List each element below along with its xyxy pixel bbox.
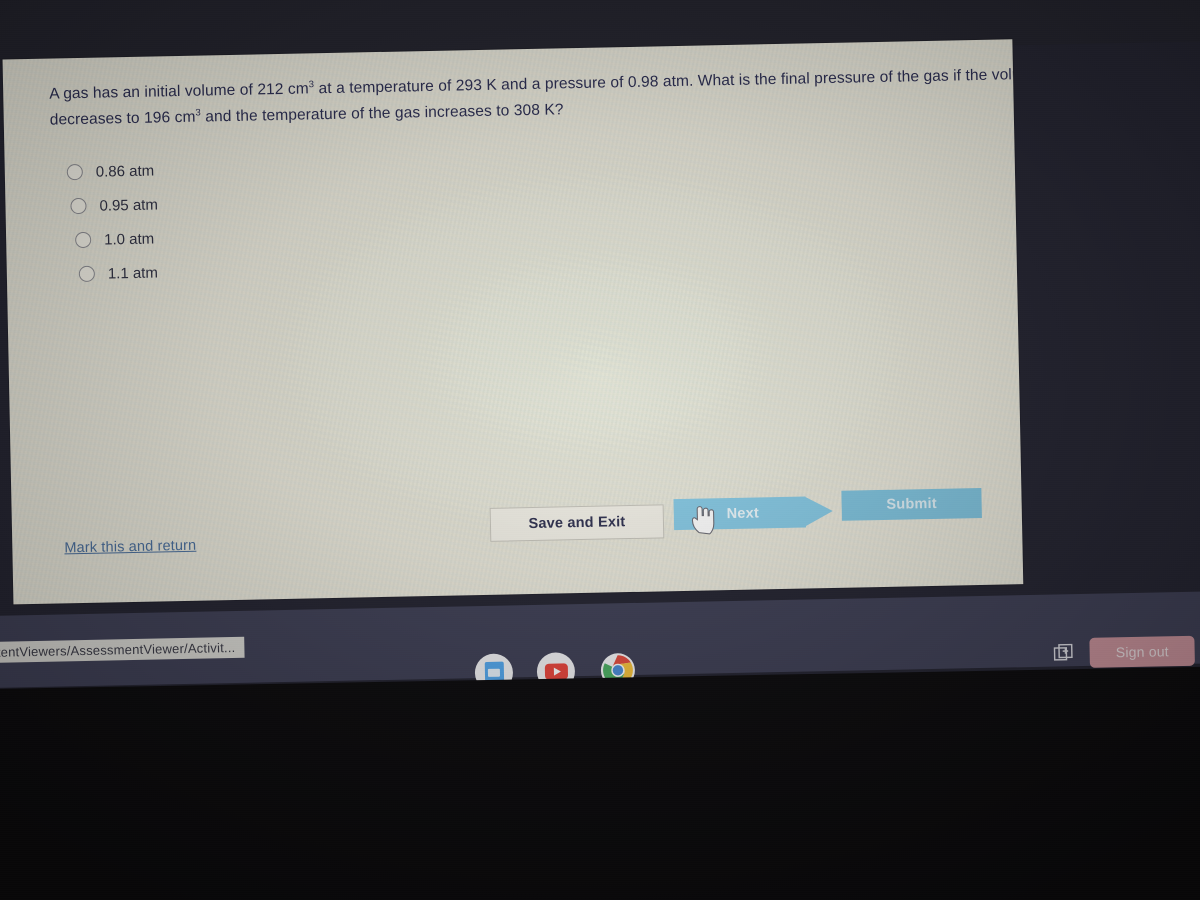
radio-button-icon[interactable] <box>78 265 96 283</box>
answer-option-label: 1.0 atm <box>103 230 155 249</box>
screen-area: 10 TIME REMAINING 55:07 8 A gas has an i… <box>0 0 1200 719</box>
radio-button-icon[interactable] <box>70 197 87 215</box>
radio-button-icon[interactable] <box>75 231 92 249</box>
answer-option-1[interactable]: 0.95 atm <box>70 187 158 223</box>
new-window-icon[interactable] <box>1053 643 1074 663</box>
answer-option-label: 0.86 atm <box>95 162 155 181</box>
save-and-exit-button[interactable]: Save and Exit <box>489 504 665 542</box>
answer-option-3[interactable]: 1.1 atm <box>78 255 160 291</box>
laptop-bezel <box>0 665 1200 900</box>
shelf-system-tray: Sign out US <box>1053 635 1200 669</box>
question-text-part-1: A gas has an initial volume of 212 cm <box>49 80 309 103</box>
question-card: A gas has an initial volume of 212 cm3 a… <box>2 39 1024 605</box>
question-text-part-3: and the temperature of the gas increases… <box>200 101 564 126</box>
mouse-cursor-pointing-hand-icon <box>691 506 715 535</box>
answer-option-2[interactable]: 1.0 atm <box>75 221 159 257</box>
submit-button[interactable]: Submit <box>841 487 982 521</box>
answer-options-list: 0.86 atm 0.95 atm 1.0 atm 1.1 atm <box>66 153 159 291</box>
sign-out-button[interactable]: Sign out <box>1089 635 1196 668</box>
next-arrow-icon[interactable] <box>804 495 834 527</box>
answer-option-label: 0.95 atm <box>99 195 159 215</box>
question-text: A gas has an initial volume of 212 cm3 a… <box>49 62 1023 133</box>
photo-of-laptop-screen: 10 TIME REMAINING 55:07 8 A gas has an i… <box>0 0 1200 900</box>
mark-this-and-return-link[interactable]: Mark this and return <box>64 538 196 557</box>
answer-option-0[interactable]: 0.86 atm <box>66 153 157 189</box>
radio-button-icon[interactable] <box>66 163 83 181</box>
answer-option-label: 1.1 atm <box>107 263 159 282</box>
